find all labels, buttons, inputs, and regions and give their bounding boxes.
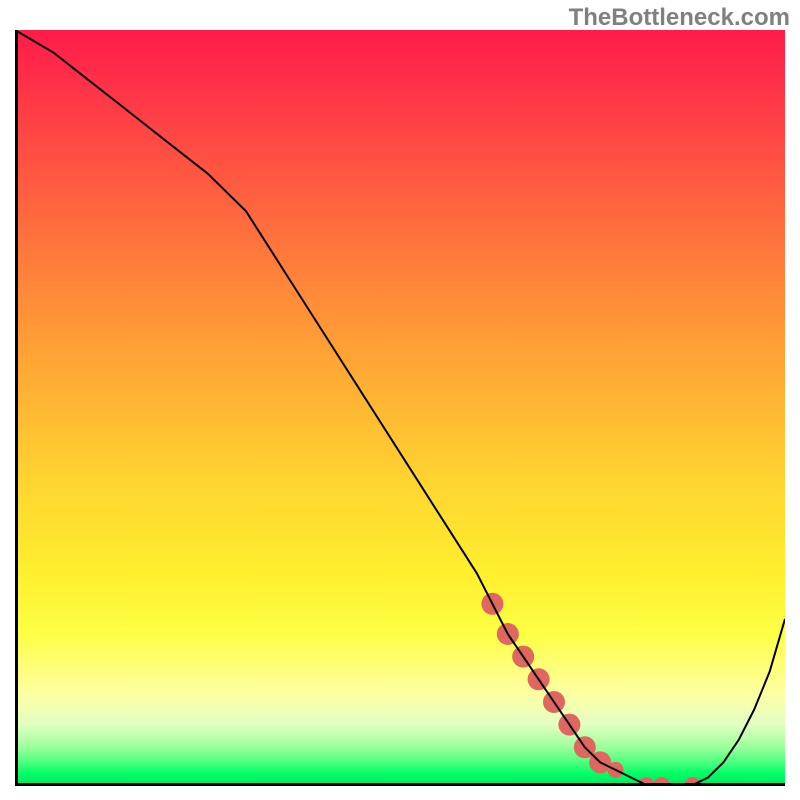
bottleneck-curve	[15, 30, 785, 785]
watermark-text: TheBottleneck.com	[569, 4, 790, 32]
data-markers	[481, 593, 700, 785]
plot-overlay-svg	[15, 30, 785, 785]
x-axis	[15, 783, 785, 786]
plot-area	[15, 30, 785, 785]
y-axis	[15, 30, 18, 785]
chart-container: TheBottleneck.com	[0, 0, 800, 800]
